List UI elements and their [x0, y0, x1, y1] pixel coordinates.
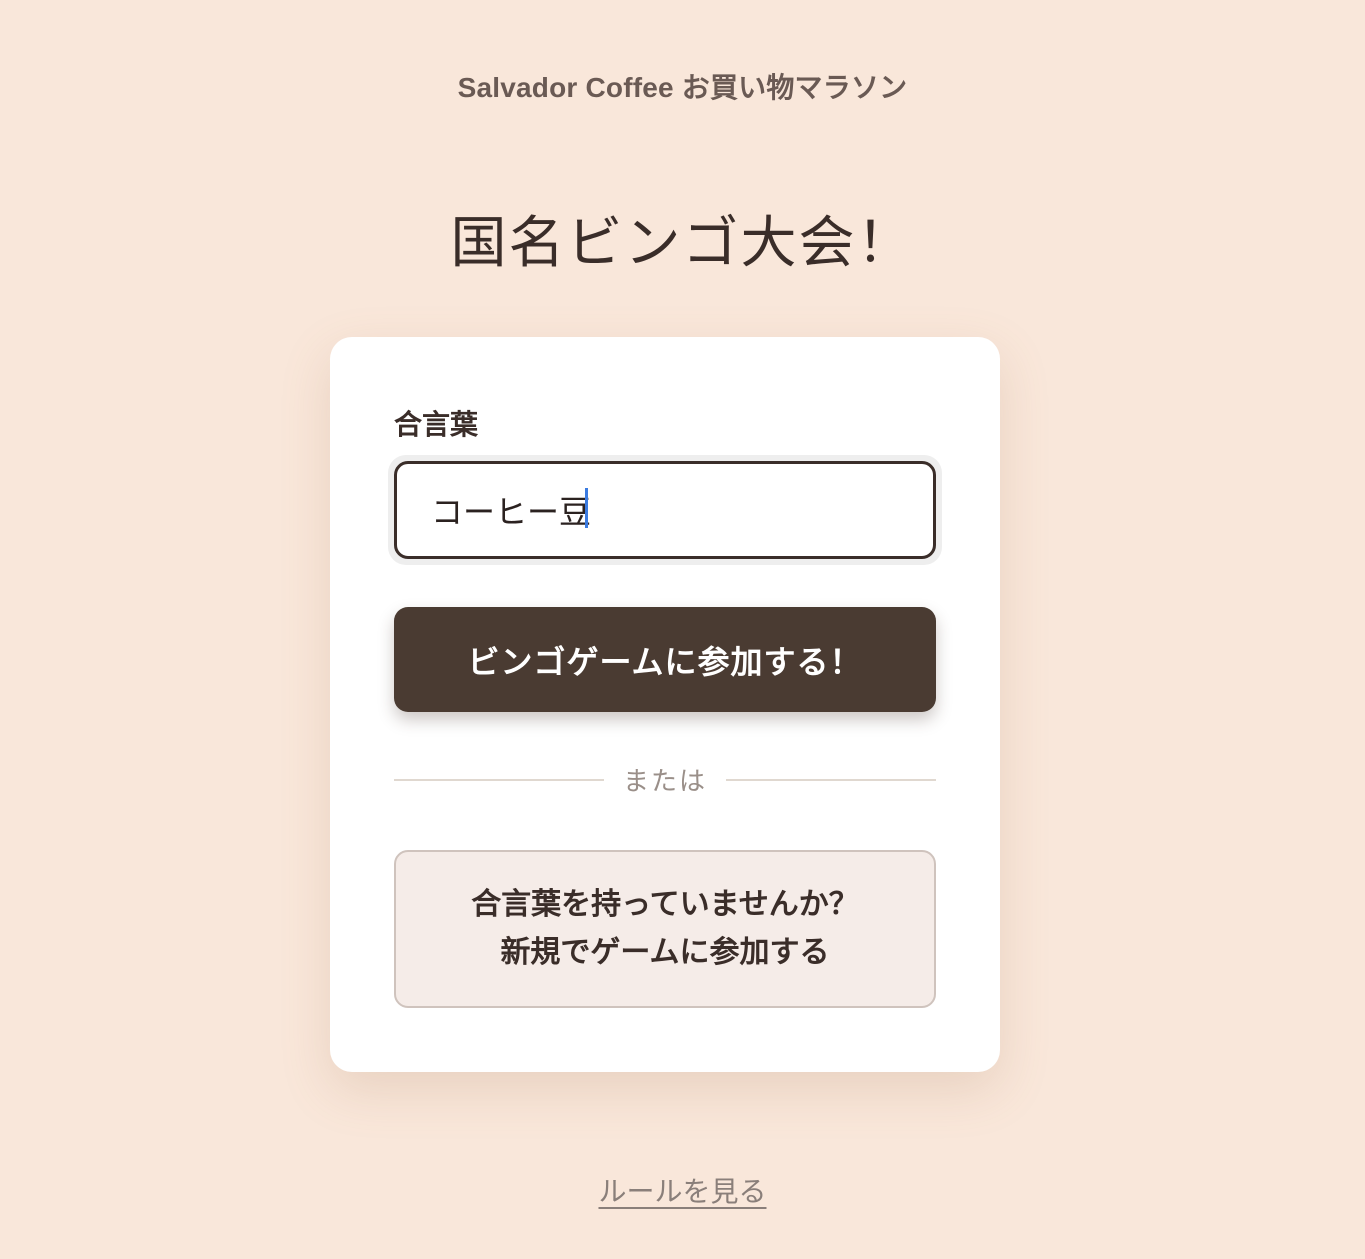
- new-game-button[interactable]: 合言葉を持っていませんか？ 新規でゲームに参加する: [394, 850, 936, 1008]
- divider-text: または: [622, 767, 707, 797]
- new-game-line2: 新規でゲームに参加する: [500, 935, 830, 970]
- rules-link-container: ルールを見る: [0, 1170, 1365, 1210]
- join-bingo-button[interactable]: ビンゴゲームに参加する！: [394, 607, 936, 712]
- divider-line-right: [726, 779, 936, 781]
- divider-line-left: [394, 779, 604, 781]
- passphrase-input[interactable]: [394, 461, 936, 559]
- event-subtitle: Salvador Coffee お買い物マラソン: [457, 72, 908, 103]
- page-title: 国名ビンゴ大会！: [450, 211, 915, 276]
- join-card: 合言葉 ビンゴゲームに参加する！ または 合言葉を持っていませんか？ 新規でゲー…: [330, 337, 1000, 1072]
- or-divider: または: [394, 757, 936, 801]
- new-game-line1: 合言葉を持っていませんか？: [471, 887, 859, 922]
- passphrase-label: 合言葉: [394, 408, 479, 441]
- text-caret: [585, 488, 588, 528]
- rules-link[interactable]: ルールを見る: [598, 1175, 766, 1208]
